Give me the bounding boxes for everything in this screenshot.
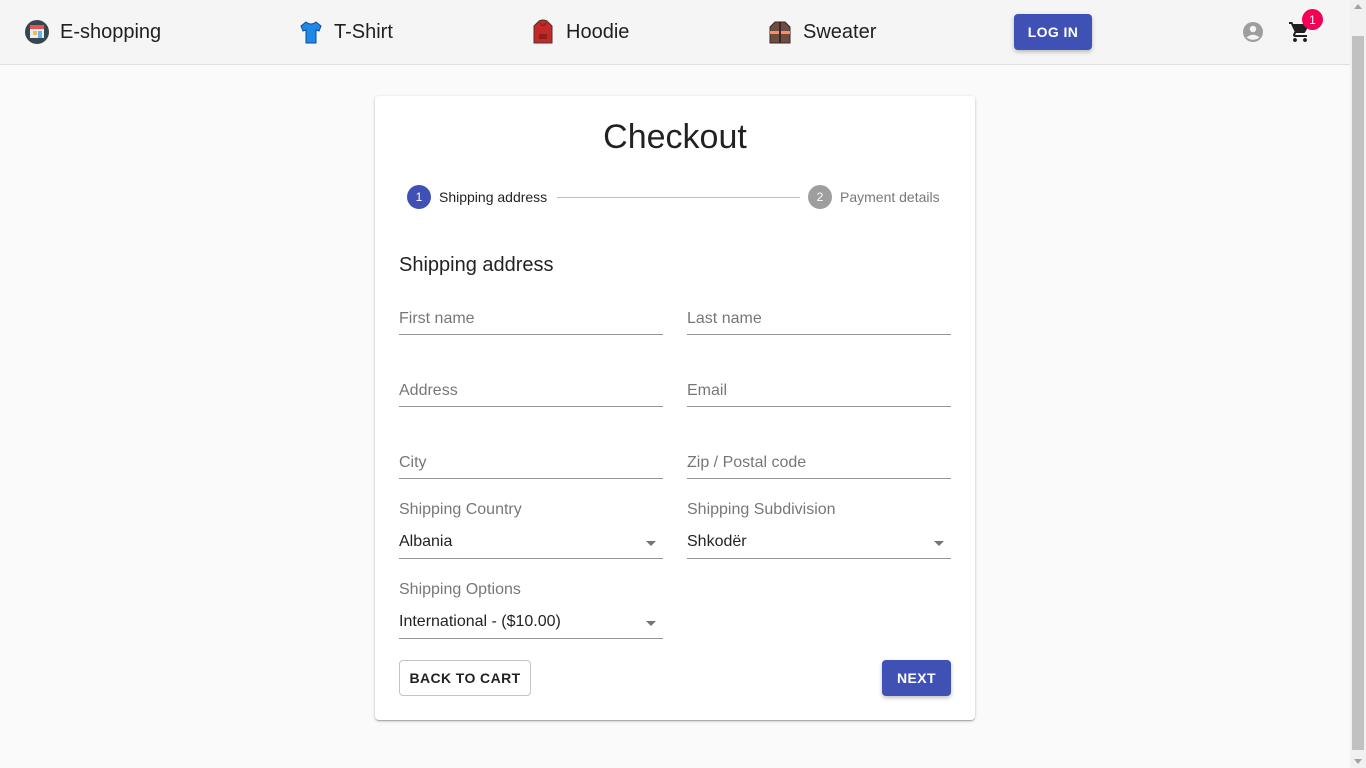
tshirt-icon: [300, 21, 322, 44]
nav-item-hoodie[interactable]: Hoodie: [530, 16, 629, 48]
shipping-options-value[interactable]: International - ($10.00): [399, 613, 561, 631]
shipping-subdivision-underline: [687, 558, 951, 559]
nav-label-tshirt: T-Shirt: [334, 20, 393, 43]
nav-item-sweater[interactable]: Sweater: [767, 16, 876, 48]
nav-label-sweater: Sweater: [803, 20, 877, 43]
step-shipping-address: 1 Shipping address: [407, 185, 547, 209]
nav-label-hoodie: Hoodie: [566, 20, 630, 43]
nav-item-tshirt[interactable]: T-Shirt: [298, 16, 393, 48]
email-field[interactable]: Email: [687, 380, 951, 408]
account-circle-icon[interactable]: [1241, 20, 1265, 44]
shipping-options-label: Shipping Options: [399, 581, 521, 598]
shipping-subdivision-select[interactable]: Shipping Subdivision Shkodër: [687, 501, 951, 559]
brand-label: E-shopping: [60, 20, 162, 43]
checkout-card: Checkout 1 Shipping address 2 Payment de…: [375, 96, 975, 720]
shipping-subdivision-label: Shipping Subdivision: [687, 501, 836, 518]
zip-underline: [687, 478, 951, 479]
next-button[interactable]: NEXT: [882, 660, 951, 696]
app-viewport: E-shopping T-Shirt Hoodie Sweater LOG IN…: [0, 0, 1366, 768]
first-name-underline: [399, 334, 663, 335]
chevron-down-icon[interactable]: [646, 541, 656, 546]
page-title: Checkout: [603, 118, 747, 156]
shipping-country-value[interactable]: Albania: [399, 533, 452, 551]
shipping-options-select[interactable]: Shipping Options International - ($10.00…: [399, 581, 663, 639]
page-scrollbar[interactable]: [1350, 0, 1366, 768]
city-field[interactable]: City: [399, 452, 663, 480]
step-number-1: 1: [407, 185, 431, 209]
step-label-shipping: Shipping address: [439, 189, 548, 205]
step-connector: [557, 197, 800, 198]
city-input[interactable]: [399, 452, 663, 480]
shipping-subdivision-value[interactable]: Shkodër: [687, 533, 747, 551]
shipping-country-label: Shipping Country: [399, 501, 522, 518]
last-name-input[interactable]: [687, 308, 951, 336]
zip-field[interactable]: Zip / Postal code: [687, 452, 951, 480]
address-field[interactable]: Address: [399, 380, 663, 408]
sweater-icon: [769, 21, 791, 44]
chevron-down-icon[interactable]: [646, 621, 656, 626]
shipping-country-select[interactable]: Shipping Country Albania: [399, 501, 663, 559]
login-button[interactable]: LOG IN: [1014, 14, 1092, 50]
city-underline: [399, 478, 663, 479]
address-input[interactable]: [399, 380, 663, 408]
last-name-underline: [687, 334, 951, 335]
top-app-bar: E-shopping T-Shirt Hoodie Sweater LOG IN…: [0, 0, 1350, 65]
first-name-input[interactable]: [399, 308, 663, 336]
zip-input[interactable]: [687, 452, 951, 480]
last-name-field[interactable]: Last name: [687, 308, 951, 336]
cart-count-badge: 1: [1302, 9, 1323, 30]
step-number-2: 2: [808, 185, 832, 209]
shipping-country-underline: [399, 558, 663, 559]
shop-icon: [25, 20, 49, 44]
back-to-cart-button[interactable]: BACK TO CART: [399, 660, 531, 696]
hoodie-icon: [533, 19, 553, 44]
scroll-down-arrow-icon[interactable]: [1354, 759, 1362, 764]
first-name-field[interactable]: First name: [399, 308, 663, 336]
section-title: Shipping address: [399, 254, 554, 276]
step-label-payment: Payment details: [840, 189, 940, 205]
step-payment-details: 2 Payment details: [808, 185, 940, 209]
scroll-up-arrow-icon[interactable]: [1354, 4, 1362, 9]
shipping-options-underline: [399, 638, 663, 639]
chevron-down-icon[interactable]: [934, 541, 944, 546]
brand-link[interactable]: E-shopping: [24, 16, 161, 48]
scrollbar-thumb[interactable]: [1352, 36, 1364, 750]
email-underline: [687, 406, 951, 407]
address-underline: [399, 406, 663, 407]
email-input[interactable]: [687, 380, 951, 408]
